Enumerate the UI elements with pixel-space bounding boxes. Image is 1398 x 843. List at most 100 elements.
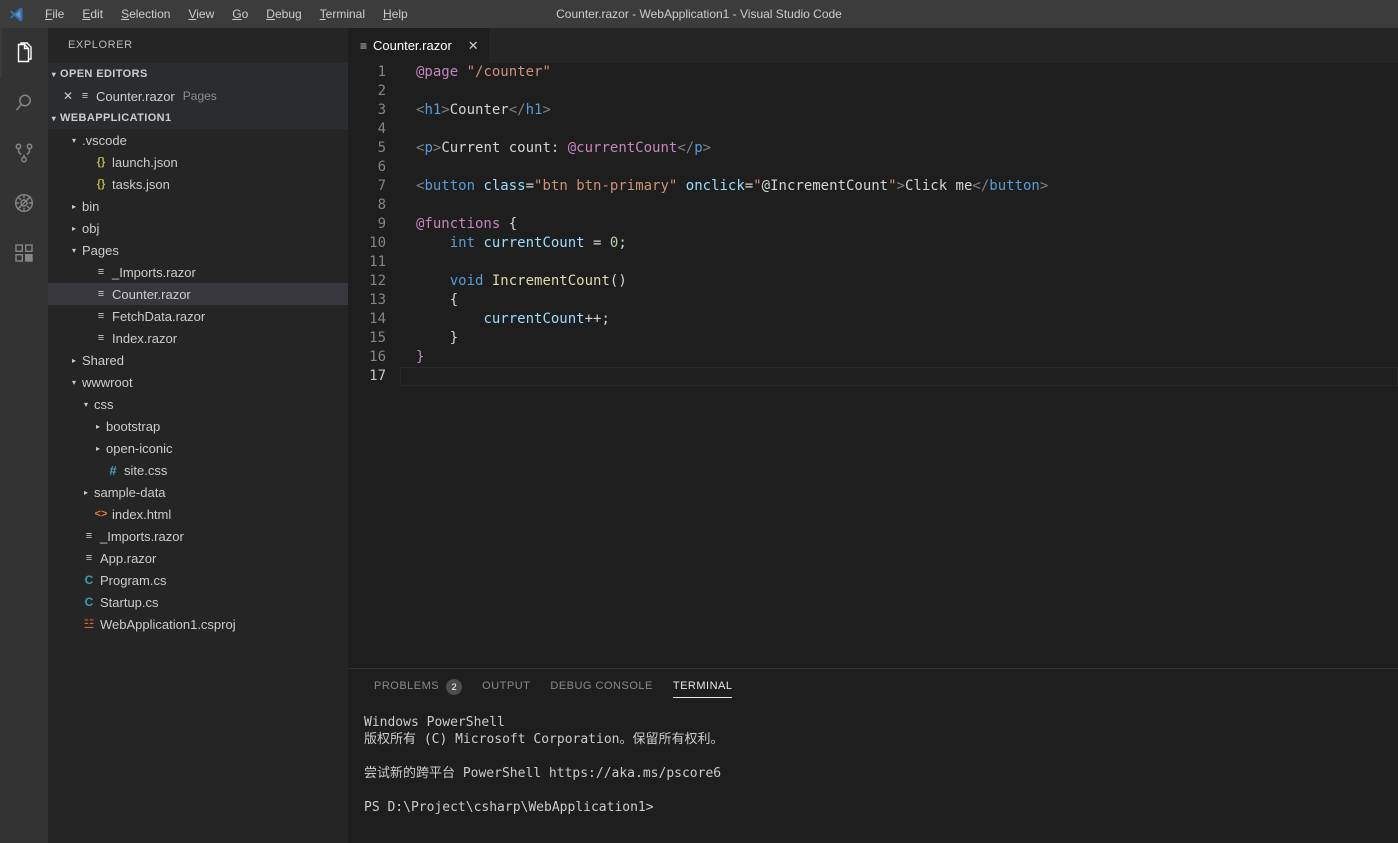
code-text[interactable] — [400, 82, 1398, 101]
menu-selection[interactable]: Selection — [112, 0, 179, 28]
line-number: 15 — [369, 330, 386, 346]
menu-help[interactable]: Help — [374, 0, 417, 28]
chevron-down-icon[interactable] — [68, 246, 80, 255]
code-line[interactable]: 2 — [348, 82, 1398, 101]
chevron-down-icon[interactable] — [68, 136, 80, 145]
code-text[interactable]: } — [400, 329, 1398, 348]
tree-item-app-razor[interactable]: ≡ App.razor — [48, 547, 348, 569]
menu-edit[interactable]: Edit — [73, 0, 112, 28]
tree-item-imports-razor[interactable]: ≡ _Imports.razor — [48, 261, 348, 283]
tree-item-obj[interactable]: obj — [48, 217, 348, 239]
tree-item-index-razor[interactable]: ≡ Index.razor — [48, 327, 348, 349]
code-line[interactable]: 14 currentCount++; — [348, 310, 1398, 329]
tree-item-launch-json[interactable]: {} launch.json — [48, 151, 348, 173]
code-text[interactable] — [400, 253, 1398, 272]
menu-file[interactable]: File — [36, 0, 73, 28]
tree-item-vscode[interactable]: .vscode — [48, 129, 348, 151]
code-line[interactable]: 10 int currentCount = 0; — [348, 234, 1398, 253]
tree-item-open-iconic[interactable]: open-iconic — [48, 437, 348, 459]
code-text[interactable]: @functions { — [400, 215, 1398, 234]
tree-item-fetchdata-razor[interactable]: ≡ FetchData.razor — [48, 305, 348, 327]
tree-item-imports-razor[interactable]: ≡ _Imports.razor — [48, 525, 348, 547]
activity-explorer-icon[interactable] — [0, 28, 48, 78]
code-line[interactable]: 1 @page "/counter" — [348, 63, 1398, 82]
code-line[interactable]: 4 — [348, 120, 1398, 139]
activity-run-debug-icon[interactable] — [0, 178, 48, 228]
tree-item-label: Shared — [82, 352, 124, 368]
code-text[interactable] — [400, 196, 1398, 215]
activity-search-icon[interactable] — [0, 78, 48, 128]
chevron-down-icon[interactable] — [68, 378, 80, 387]
tree-item-bootstrap[interactable]: bootstrap — [48, 415, 348, 437]
code-text[interactable]: @page "/counter" — [400, 63, 1398, 82]
code-text[interactable]: void IncrementCount() — [400, 272, 1398, 291]
code-line[interactable]: 3 <h1>Counter</h1> — [348, 101, 1398, 120]
code-line[interactable]: 16} — [348, 348, 1398, 367]
code-line[interactable]: 17 — [348, 367, 1398, 386]
tree-item-tasks-json[interactable]: {} tasks.json — [48, 173, 348, 195]
panel-tab-problems[interactable]: PROBLEMS 2 — [364, 669, 472, 704]
tree-item-program-cs[interactable]: C Program.cs — [48, 569, 348, 591]
tree-item-css[interactable]: css — [48, 393, 348, 415]
tree-item-sample-data[interactable]: sample-data — [48, 481, 348, 503]
terminal-output[interactable]: Windows PowerShell 版权所有 (C) Microsoft Cor… — [348, 704, 1398, 843]
panel-tab-output[interactable]: OUTPUT — [472, 669, 540, 704]
tree-item-wwwroot[interactable]: wwwroot — [48, 371, 348, 393]
tree-item-pages[interactable]: Pages — [48, 239, 348, 261]
tree-item-bin[interactable]: bin — [48, 195, 348, 217]
chevron-right-icon[interactable] — [68, 202, 80, 211]
panel-tab-debug-console[interactable]: DEBUG CONSOLE — [540, 669, 662, 704]
tree-item-shared[interactable]: Shared — [48, 349, 348, 371]
open-editor-item[interactable]: ✕ ≡ Counter.razor Pages — [48, 85, 348, 107]
activity-source-control-icon[interactable] — [0, 128, 48, 178]
code-line[interactable]: 8 — [348, 196, 1398, 215]
code-text[interactable]: <button class="btn btn-primary" onclick=… — [400, 177, 1398, 196]
code-text[interactable] — [400, 158, 1398, 177]
chevron-right-icon[interactable] — [80, 488, 92, 497]
token-plain: Click me — [904, 178, 973, 194]
code-text[interactable]: <h1>Counter</h1> — [400, 101, 1398, 120]
menu-debug[interactable]: Debug — [257, 0, 310, 28]
code-text[interactable] — [400, 367, 1398, 386]
code-line[interactable]: 9 @functions { — [348, 215, 1398, 234]
code-line[interactable]: 5 <p>Current count: @currentCount</p> — [348, 139, 1398, 158]
chevron-right-icon[interactable] — [68, 356, 80, 365]
panel-tab-terminal[interactable]: TERMINAL — [663, 669, 743, 704]
menu-bar[interactable]: File Edit Selection View Go Debug Termin… — [36, 0, 417, 28]
code-text[interactable]: int currentCount = 0; — [400, 234, 1398, 253]
tree-item-webapplication1-csproj[interactable]: ☳ WebApplication1.csproj — [48, 613, 348, 635]
chevron-right-icon[interactable] — [92, 422, 104, 431]
code-line[interactable]: 13 { — [348, 291, 1398, 310]
tab-counter-razor[interactable]: ≡ Counter.razor ✕ — [348, 28, 489, 63]
code-text[interactable]: currentCount++; — [400, 310, 1398, 329]
close-icon[interactable]: ✕ — [468, 38, 479, 54]
chevron-right-icon[interactable] — [92, 444, 104, 453]
tree-item-startup-cs[interactable]: C Startup.cs — [48, 591, 348, 613]
project-header[interactable]: WEBAPPLICATION1 — [48, 107, 348, 129]
menu-view[interactable]: View — [179, 0, 223, 28]
tree-item-label: sample-data — [94, 484, 166, 500]
menu-go[interactable]: Go — [223, 0, 257, 28]
code-text[interactable] — [400, 120, 1398, 139]
code-line[interactable]: 11 — [348, 253, 1398, 272]
menu-terminal[interactable]: Terminal — [311, 0, 374, 28]
tree-item-counter-razor[interactable]: ≡ Counter.razor — [48, 283, 348, 305]
code-line[interactable]: 12 void IncrementCount() — [348, 272, 1398, 291]
chevron-down-icon[interactable] — [80, 400, 92, 409]
open-editors-header[interactable]: OPEN EDITORS — [48, 63, 348, 85]
code-content[interactable]: 1 @page "/counter" 2 3 <h1>Counter</h1> 4 5 <p>… — [348, 63, 1398, 386]
chevron-right-icon[interactable] — [68, 224, 80, 233]
project-header-label: WEBAPPLICATION1 — [60, 112, 172, 124]
code-line[interactable]: 15 } — [348, 329, 1398, 348]
code-editor[interactable]: 1 @page "/counter" 2 3 <h1>Counter</h1> 4 5 <p>… — [348, 63, 1398, 668]
activity-extensions-icon[interactable] — [0, 228, 48, 278]
token-brk: </ — [677, 140, 695, 156]
code-text[interactable]: { — [400, 291, 1398, 310]
code-text[interactable]: } — [400, 348, 1398, 367]
code-line[interactable]: 7 <button class="btn btn-primary" onclick… — [348, 177, 1398, 196]
close-icon[interactable]: ✕ — [60, 89, 76, 103]
code-text[interactable]: <p>Current count: @currentCount</p> — [400, 139, 1398, 158]
tree-item-index-html[interactable]: <> index.html — [48, 503, 348, 525]
code-line[interactable]: 6 — [348, 158, 1398, 177]
tree-item-site-css[interactable]: # site.css — [48, 459, 348, 481]
